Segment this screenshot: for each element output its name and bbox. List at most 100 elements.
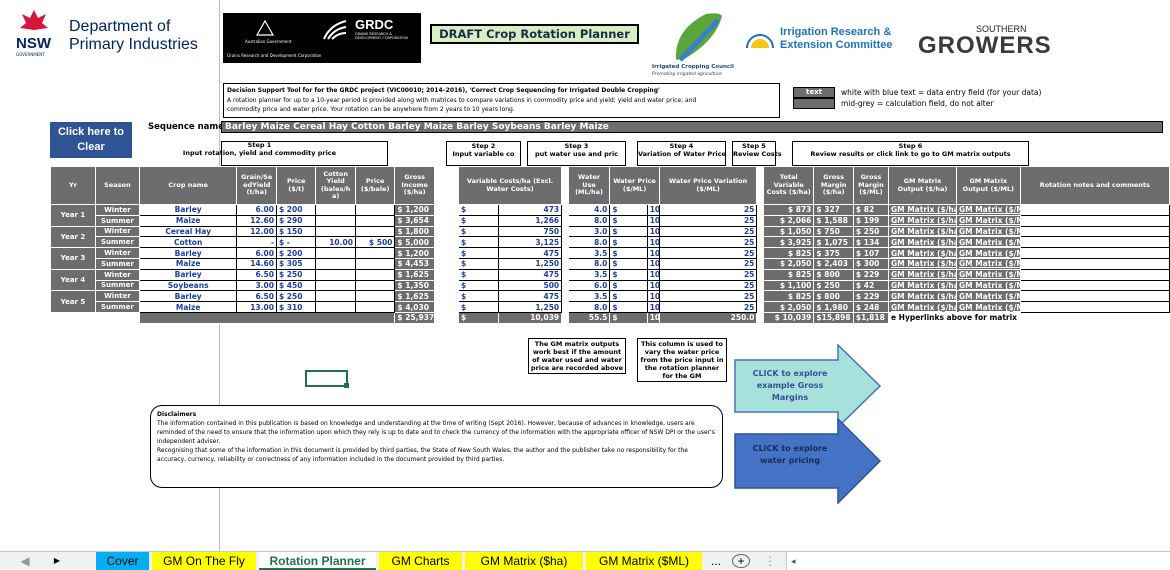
water-price-variation-cell[interactable]: 25 [658,247,758,259]
water-price-variation-cell[interactable]: 25 [658,301,758,313]
rotation-notes-cell[interactable] [1019,268,1170,281]
water-price-variation-cell[interactable]: 25 [658,214,758,227]
cotton-price-cell[interactable] [354,290,396,303]
water-use-cell[interactable]: 8.0 [567,214,611,227]
gm-matrix-ml-link[interactable]: GM Matrix ($/ML [955,214,1021,227]
water-use-cell[interactable]: 3.0 [567,225,611,238]
price-cell[interactable]: $ 310 [275,301,317,313]
tab-gm-matrix-ha[interactable]: GM Matrix ($ha) [465,552,583,570]
rotation-notes-cell[interactable] [1019,257,1170,270]
water-price-cell[interactable]: 100 [646,268,660,281]
crop-name-cell[interactable]: Soybeans [138,279,238,292]
selected-cell[interactable] [305,370,348,387]
gm-matrix-ha-link[interactable]: GM Matrix ($/ha [887,279,957,292]
yield-cell[interactable]: 6.00 [236,204,277,216]
cotton-price-cell[interactable] [354,247,396,259]
variable-costs-cell[interactable]: 750 [497,225,563,238]
more-tabs-button[interactable]: ... [706,552,726,570]
gm-matrix-ha-link[interactable]: GM Matrix ($/ha [887,236,957,249]
gm-matrix-ha-link[interactable]: GM Matrix ($/ha [887,247,957,259]
vc-dollar-cell[interactable]: $ [458,279,499,292]
water-price-cell[interactable]: 100 [646,257,660,270]
wp-dollar-cell[interactable]: $ [609,225,648,238]
variable-costs-cell[interactable]: 475 [497,290,563,303]
cotton-price-cell[interactable] [354,225,396,238]
rotation-notes-cell[interactable] [1019,279,1170,292]
cotton-price-cell[interactable]: $ 500 [354,236,396,249]
water-price-variation-cell[interactable]: 25 [658,204,758,216]
cotton-yield-cell[interactable] [315,268,356,281]
price-cell[interactable]: $ 250 [275,268,317,281]
water-price-cell[interactable]: 100 [646,247,660,259]
cotton-yield-cell[interactable] [315,301,356,313]
water-price-cell[interactable]: 100 [646,225,660,238]
vc-dollar-cell[interactable]: $ [458,257,499,270]
variable-costs-cell[interactable]: 1,250 [497,257,563,270]
cotton-price-cell[interactable] [354,301,396,313]
variable-costs-cell[interactable]: 3,125 [497,236,563,249]
tab-rotation-planner[interactable]: Rotation Planner [259,552,376,570]
crop-name-cell[interactable]: Cereal Hay [138,225,238,238]
cotton-yield-cell[interactable]: 10.00 [315,236,356,249]
tab-gm-on-the-fly[interactable]: GM On The Fly [152,552,256,570]
gm-matrix-ml-link[interactable]: GM Matrix ($/ML [955,225,1021,238]
fill-handle[interactable] [344,383,349,388]
rotation-notes-cell[interactable] [1019,247,1170,259]
crop-name-cell[interactable]: Barley [138,268,238,281]
cotton-price-cell[interactable] [354,257,396,270]
rotation-notes-cell[interactable] [1019,214,1170,227]
water-use-cell[interactable]: 3.5 [567,247,611,259]
gm-matrix-ha-link[interactable]: GM Matrix ($/ha [887,290,957,303]
wp-dollar-cell[interactable]: $ [609,279,648,292]
water-price-cell[interactable]: 100 [646,279,660,292]
tab-cover[interactable]: Cover [96,552,149,570]
rotation-notes-cell[interactable] [1019,290,1170,303]
rotation-notes-cell[interactable] [1019,204,1170,216]
price-cell[interactable]: $ 305 [275,257,317,270]
cotton-price-cell[interactable] [354,268,396,281]
crop-name-cell[interactable]: Barley [138,247,238,259]
water-price-cell[interactable]: 100 [646,214,660,227]
crop-name-cell[interactable]: Maize [138,257,238,270]
wp-dollar-cell[interactable]: $ [609,290,648,303]
gm-matrix-ha-link[interactable]: GM Matrix ($/ha [887,301,957,313]
variable-costs-cell[interactable]: 1,266 [497,214,563,227]
cotton-yield-cell[interactable] [315,204,356,216]
gm-matrix-ml-link[interactable]: GM Matrix ($/ML [955,247,1021,259]
vc-dollar-cell[interactable]: $ [458,214,499,227]
vc-dollar-cell[interactable]: $ [458,204,499,216]
cotton-price-cell[interactable] [354,204,396,216]
variable-costs-cell[interactable]: 475 [497,247,563,259]
wp-dollar-cell[interactable]: $ [609,236,648,249]
yield-cell[interactable]: 6.50 [236,268,277,281]
water-use-cell[interactable]: 4.0 [567,204,611,216]
crop-name-cell[interactable]: Maize [138,214,238,227]
gm-matrix-ha-link[interactable]: GM Matrix ($/ha [887,268,957,281]
price-cell[interactable]: $ 450 [275,279,317,292]
price-cell[interactable]: $ 200 [275,247,317,259]
gm-matrix-ml-link[interactable]: GM Matrix ($/ML [955,268,1021,281]
water-use-cell[interactable]: 3.5 [567,290,611,303]
tab-gm-matrix-ml[interactable]: GM Matrix ($ML) [586,552,702,570]
water-use-cell[interactable]: 8.0 [567,257,611,270]
vc-dollar-cell[interactable]: $ [458,236,499,249]
crop-name-cell[interactable]: Maize [138,301,238,313]
wp-dollar-cell[interactable]: $ [609,247,648,259]
wp-dollar-cell[interactable]: $ [609,204,648,216]
water-price-variation-cell[interactable]: 25 [658,236,758,249]
cotton-yield-cell[interactable] [315,290,356,303]
cotton-price-cell[interactable] [354,214,396,227]
gm-matrix-ml-link[interactable]: GM Matrix ($/ML [955,236,1021,249]
water-price-cell[interactable]: 100 [646,204,660,216]
wp-dollar-cell[interactable]: $ [609,301,648,313]
price-cell[interactable]: $ 290 [275,214,317,227]
water-price-cell[interactable]: 100 [646,236,660,249]
water-price-variation-cell[interactable]: 25 [658,225,758,238]
cotton-yield-cell[interactable] [315,279,356,292]
gm-matrix-ha-link[interactable]: GM Matrix ($/ha [887,257,957,270]
yield-cell[interactable]: 13.00 [236,301,277,313]
rotation-notes-cell[interactable] [1019,236,1170,249]
vc-dollar-cell[interactable]: $ [458,290,499,303]
water-use-cell[interactable]: 8.0 [567,236,611,249]
wp-dollar-cell[interactable]: $ [609,268,648,281]
